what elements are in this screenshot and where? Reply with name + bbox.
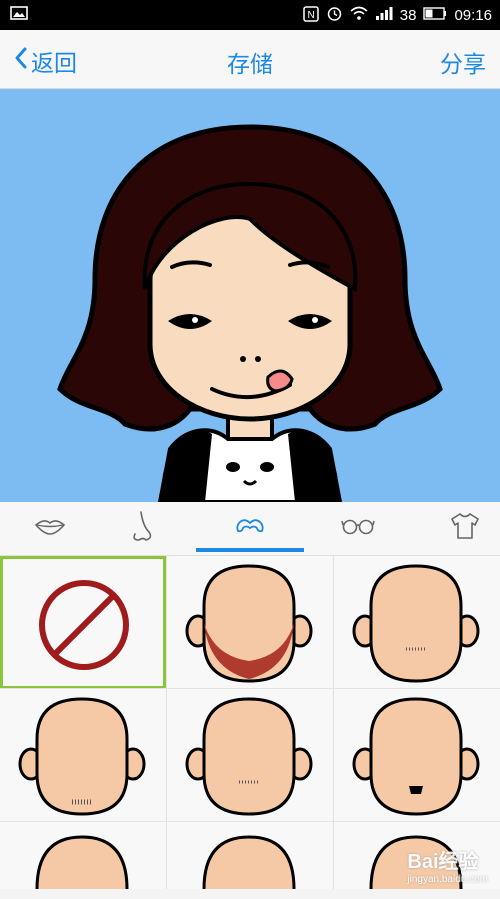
option-beard-row3-2[interactable] [167,822,332,890]
battery-level: 38 [399,7,417,24]
soul-patch-icon [351,694,481,824]
lips-icon [34,517,66,540]
alarm-icon [326,5,343,26]
option-beard-soul-patch[interactable] [334,689,500,821]
share-button[interactable]: 分享 [440,45,486,79]
save-button[interactable]: 存储 [0,45,500,79]
option-beard-red[interactable] [167,556,332,688]
grid-divider [0,821,500,822]
option-beard-goatee-stubble[interactable] [0,689,166,821]
selected-tab-indicator [196,548,304,552]
goatee-stubble-icon [17,694,147,824]
status-bar: N 38 09:16 [0,0,500,30]
watermark-brand: Bai经验 [407,851,479,873]
mustache-icon [234,517,266,540]
glasses-icon [341,516,375,541]
nfc-icon: N [303,5,319,26]
clock: 09:16 [454,7,492,24]
shirt-icon [450,512,480,545]
option-beard-row3-1[interactable] [0,822,166,890]
gallery-notification-icon [10,6,28,25]
option-beard-stubble[interactable] [334,556,500,688]
tab-lips[interactable] [0,502,100,555]
option-beard-chin-stubble[interactable] [167,689,332,821]
battery-icon [423,7,447,24]
grid-divider [166,555,167,889]
signal-icon [375,6,393,25]
red-full-beard-icon [184,561,314,691]
wifi-icon [350,6,368,25]
svg-text:N: N [307,10,314,21]
no-icon [36,577,132,678]
cartoon-avatar-illustration [57,124,443,502]
tab-clothing[interactable] [415,502,500,555]
grid-divider [333,555,334,889]
chin-stubble-icon [351,561,481,691]
avatar-preview [0,89,500,502]
tab-nose[interactable] [92,502,192,555]
baidu-jingyan-watermark: Bai经验 jingyan.baidu.com [407,845,488,885]
chin-stubble-icon [184,694,314,824]
option-no-beard[interactable] [0,556,166,689]
navigation-bar: 返回 存储 分享 [0,30,500,89]
grid-divider [0,688,500,689]
tab-glasses[interactable] [308,502,408,555]
nose-icon [129,510,155,547]
watermark-url: jingyan.baidu.com [407,874,488,885]
